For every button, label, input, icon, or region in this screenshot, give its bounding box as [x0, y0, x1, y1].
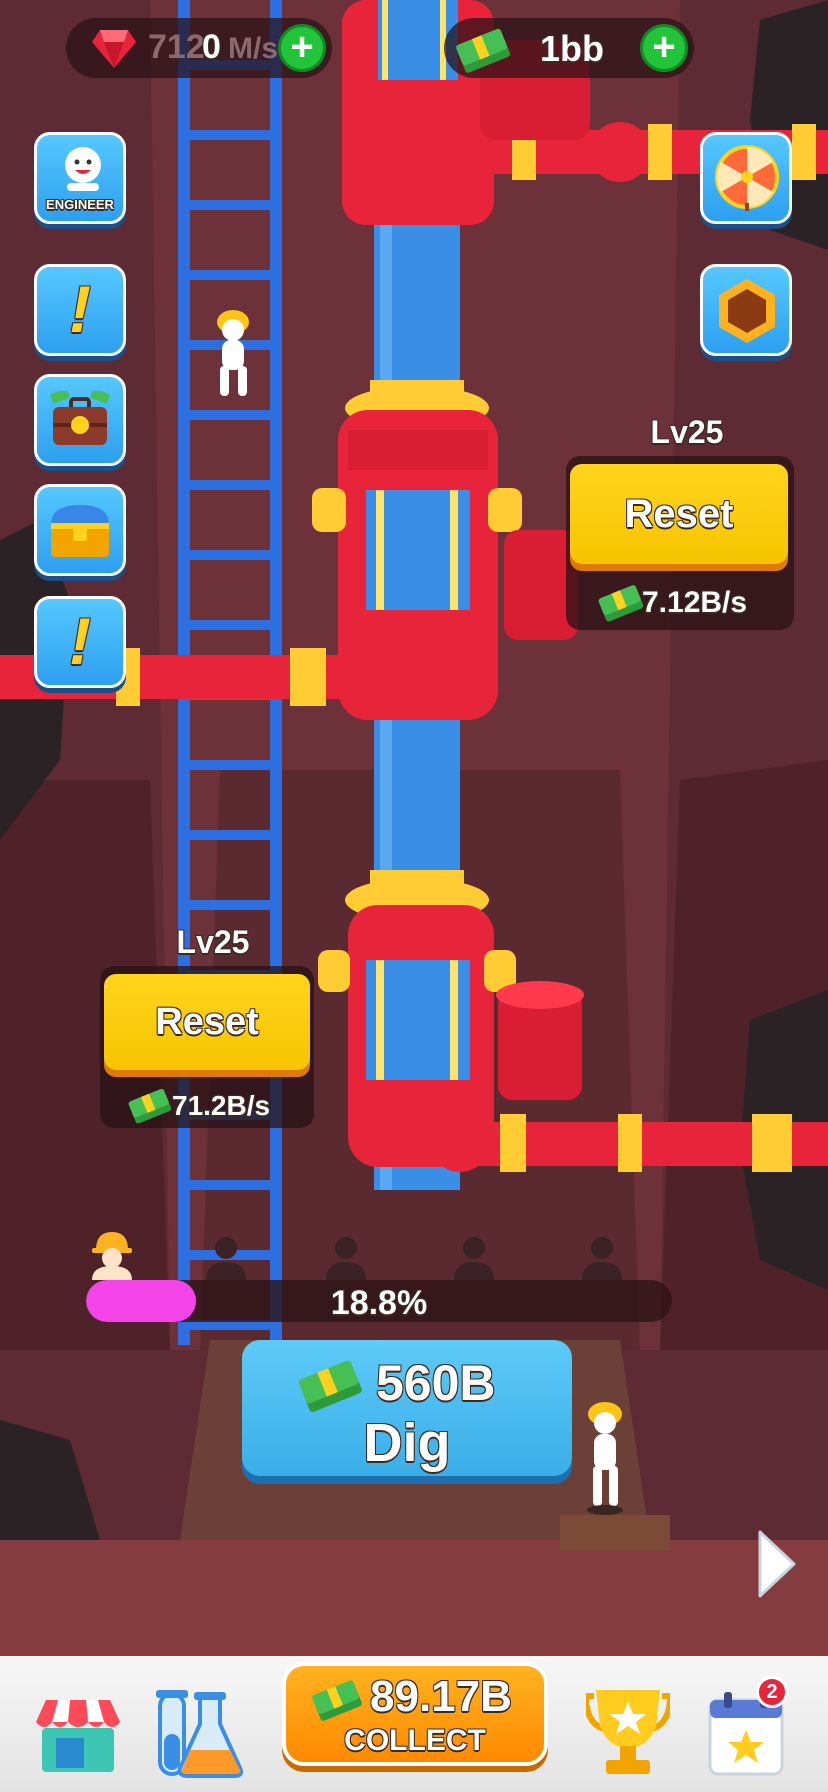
- reset-button-1[interactable]: Reset: [570, 464, 788, 564]
- calendar-badge: 2: [756, 1676, 788, 1708]
- upgrade-level-2: Lv25: [176, 924, 250, 960]
- engineer-avatar-icon: [65, 147, 101, 191]
- worker-active-icon: [92, 1232, 132, 1280]
- gems-rate: 0: [202, 28, 221, 66]
- worker-digging: [587, 1402, 623, 1515]
- cash-stack-icon: [598, 585, 644, 622]
- gems-bar: 712 0 M/s +: [66, 18, 332, 78]
- add-gems-button[interactable]: +: [278, 24, 326, 72]
- worker-on-ladder: [217, 310, 249, 396]
- dig-progress-label: 18.8%: [330, 1284, 428, 1322]
- game-scene: 712 0 M/s + 1bb + ENGINEER ! ! Lv25 Rese…: [0, 0, 828, 1792]
- cash-stack-icon: [128, 1088, 172, 1124]
- calendar-badge-count: 2: [766, 1681, 778, 1703]
- treasure-chest-button[interactable]: [34, 484, 126, 576]
- add-cash-button[interactable]: +: [640, 24, 688, 72]
- cash-value: 1bb: [540, 28, 605, 69]
- exclamation-icon: !: [69, 272, 91, 346]
- alert-button-2[interactable]: !: [34, 596, 126, 688]
- upgrade-card-1: Reset 7.12B/s: [566, 456, 794, 630]
- cash-stack-icon: [456, 28, 511, 73]
- prize-wheel-icon: [715, 145, 779, 211]
- briefcase-money-icon: [50, 391, 110, 445]
- dig-cost: 560B: [376, 1355, 496, 1411]
- exclamation-icon: !: [69, 604, 91, 678]
- alert-button-1[interactable]: !: [34, 264, 126, 356]
- upgrade-rate-1: 7.12B/s: [642, 586, 748, 619]
- gems-value: 712: [148, 28, 205, 66]
- gems-rate-unit: M/s: [228, 32, 279, 65]
- briefcase-button[interactable]: [34, 374, 126, 466]
- treasure-chest-icon: [51, 505, 109, 557]
- dig-progress-bar: 18.8%: [86, 1280, 672, 1322]
- reset-button-2[interactable]: Reset: [104, 974, 310, 1070]
- hexagon-button[interactable]: [700, 264, 792, 356]
- bottom-nav-bar: 89.17B COLLECT 2: [0, 1656, 828, 1792]
- plus-icon: +: [290, 25, 314, 69]
- cash-stack-icon: [298, 1360, 362, 1412]
- collect-label: COLLECT: [344, 1724, 486, 1757]
- upgrade-card-2: Reset 71.2B/s: [100, 966, 314, 1128]
- worker-silhouette-icon: [454, 1237, 494, 1280]
- collect-button[interactable]: 89.17B COLLECT: [282, 1662, 548, 1766]
- shop-icon[interactable]: [32, 1692, 124, 1776]
- worker-silhouette-icon: [326, 1237, 366, 1280]
- dig-label: Dig: [363, 1413, 451, 1473]
- worker-silhouette-icon: [206, 1237, 246, 1280]
- plus-icon: +: [652, 25, 676, 69]
- hexagon-icon: [719, 279, 775, 343]
- engineer-button[interactable]: ENGINEER: [34, 132, 126, 224]
- prize-wheel-button[interactable]: [700, 132, 792, 224]
- upgrade-level-1: Lv25: [650, 414, 724, 450]
- trophy-icon[interactable]: [586, 1686, 670, 1778]
- reset-button-label: Reset: [624, 492, 734, 536]
- engineer-label: ENGINEER: [46, 197, 114, 212]
- worker-slots: [86, 1228, 646, 1280]
- reset-button-label: Reset: [155, 1001, 259, 1043]
- ruby-gem-icon: [92, 30, 136, 68]
- worker-silhouette-icon: [582, 1237, 622, 1280]
- cash-bar: 1bb +: [444, 18, 694, 78]
- collect-amount: 89.17B: [370, 1672, 512, 1721]
- lab-flask-icon[interactable]: [154, 1684, 244, 1780]
- dig-button[interactable]: 560B Dig: [242, 1340, 572, 1476]
- cash-stack-icon: [312, 1680, 362, 1721]
- upgrade-rate-2: 71.2B/s: [172, 1090, 271, 1121]
- next-arrow-icon[interactable]: [756, 1528, 798, 1600]
